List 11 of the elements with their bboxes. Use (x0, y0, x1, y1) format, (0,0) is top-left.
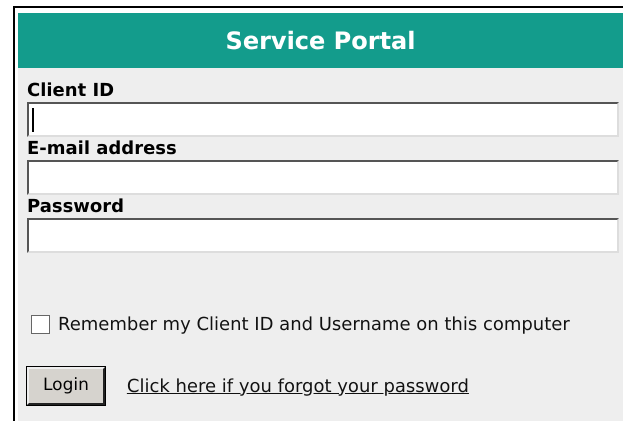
remember-label: Remember my Client ID and Username on this computer (58, 313, 570, 337)
field-label: Password (27, 198, 126, 216)
input-field[interactable] (27, 102, 619, 137)
remember-checkbox[interactable] (31, 315, 50, 334)
login-button[interactable]: Login (27, 367, 105, 405)
input-field[interactable] (27, 218, 619, 253)
portal-title: Service Portal (226, 26, 416, 56)
forgot-password-link[interactable]: Click here if you forgot your password (126, 372, 469, 400)
field-label: E-mail address (27, 140, 178, 158)
field-label: Client ID (27, 82, 116, 100)
input-field[interactable] (27, 160, 619, 195)
